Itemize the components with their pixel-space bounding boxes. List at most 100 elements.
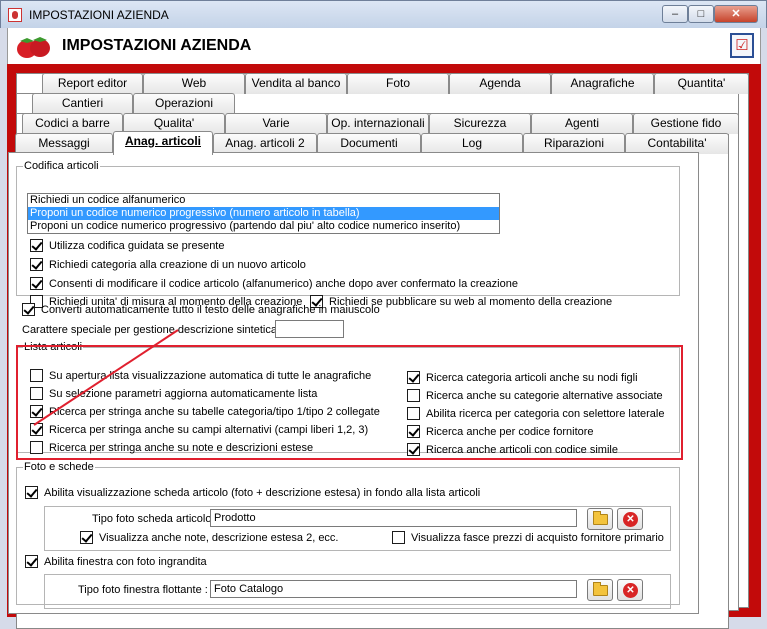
tab-quantita[interactable]: Quantita' [654,73,749,94]
checkbox-box[interactable] [407,425,420,438]
abilita-scheda-articolo-checkbox[interactable]: Abilita visualizzazione scheda articolo … [25,486,480,499]
tab-foto[interactable]: Foto [347,73,449,94]
ricerca-nodi-figli-checkbox[interactable]: Ricerca categoria articoli anche su nodi… [407,371,638,384]
carattere-speciale-input[interactable] [275,320,344,338]
folder-icon [593,582,608,596]
tab-messaggi[interactable]: Messaggi [15,133,113,154]
checkbox-box[interactable] [407,371,420,384]
ricerca-campi-alternativi-checkbox[interactable]: Ricerca per stringa anche su campi alter… [30,423,368,436]
delete-button[interactable]: ✕ [617,579,643,601]
checkbox-label: Consenti di modificare il codice articol… [49,277,518,290]
ricerca-note-descrizioni-checkbox[interactable]: Ricerca per stringa anche su note e desc… [30,441,313,454]
codifica-option-selected[interactable]: Proponi un codice numerico progressivo (… [28,207,499,220]
visualizza-fasce-prezzi-checkbox[interactable]: Visualizza fasce prezzi di acquisto forn… [392,531,664,544]
selettore-laterale-checkbox[interactable]: Abilita ricerca per categoria con selett… [407,407,664,420]
checklist-icon[interactable]: ☑ [730,33,754,58]
tab-varie[interactable]: Varie [225,113,327,134]
checkbox-box[interactable] [30,441,43,454]
checkbox-label: Abilita visualizzazione scheda articolo … [44,486,481,499]
checkbox-box[interactable] [30,239,43,252]
ricerca-codice-fornitore-checkbox[interactable]: Ricerca anche per codice fornitore [407,425,594,438]
carattere-speciale-label: Carattere speciale per gestione descrizi… [22,324,284,336]
checkbox-label: Abilita finestra con foto ingrandita [44,555,207,568]
foto-e-schede-legend: Foto e schede [24,461,94,473]
lista-articoli-legend: Lista articoli [24,341,83,353]
tab-contabilita[interactable]: Contabilita' [625,133,729,154]
checkbox-box[interactable] [407,407,420,420]
checkbox-box[interactable] [30,405,43,418]
checkbox-label: Richiedi categoria alla creazione di un … [49,258,306,271]
checkbox-box[interactable] [22,303,35,316]
checkbox-label: Su selezione parametri aggiorna automati… [49,387,318,400]
checkbox-label: Utilizza codifica guidata se presente [49,239,225,252]
checkbox-label: Visualizza fasce prezzi di acquisto forn… [411,531,664,544]
checkbox-box[interactable] [25,555,38,568]
tab-riparazioni[interactable]: Riparazioni [523,133,625,154]
tab-anag-articoli[interactable]: Anag. articoli [113,131,213,155]
tipo-foto-scheda-label: Tipo foto scheda articolo : [92,513,218,525]
folder-button[interactable] [587,579,613,601]
tab-sicurezza[interactable]: Sicurezza [429,113,531,134]
checkbox-label: Su apertura lista visualizzazione automa… [49,369,372,382]
tipo-foto-scheda-input[interactable]: Prodotto [210,509,577,527]
richiedi-categoria-checkbox[interactable]: Richiedi categoria alla creazione di un … [30,258,306,271]
consenti-modifica-codice-checkbox[interactable]: Consenti di modificare il codice articol… [30,277,518,290]
checkbox-box[interactable] [30,369,43,382]
ricerca-tabelle-collegate-checkbox[interactable]: Ricerca per stringa anche su tabelle cat… [30,405,380,418]
tab-anagrafiche[interactable]: Anagrafiche [551,73,654,94]
checkbox-box[interactable] [407,389,420,402]
codifica-option[interactable]: Proponi un codice numerico progressivo (… [28,220,499,233]
checkbox-box[interactable] [30,423,43,436]
page-title: IMPOSTAZIONI AZIENDA [62,37,252,54]
utilizza-codifica-guidata-checkbox[interactable]: Utilizza codifica guidata se presente [30,239,224,252]
tab-agenti[interactable]: Agenti [531,113,633,134]
checkbox-label: Abilita ricerca per categoria con selett… [426,407,665,420]
codifica-option[interactable]: Richiedi un codice alfanumerico [28,194,499,207]
tab-agenda[interactable]: Agenda [449,73,551,94]
tab-operazioni[interactable]: Operazioni [133,93,235,114]
checkbox-box[interactable] [25,486,38,499]
tab-report-editor[interactable]: Report editor [42,73,143,94]
apertura-lista-checkbox[interactable]: Su apertura lista visualizzazione automa… [30,369,371,382]
tab-cantieri[interactable]: Cantieri [32,93,133,114]
abilita-finestra-foto-checkbox[interactable]: Abilita finestra con foto ingrandita [25,555,207,568]
checkbox-box[interactable] [407,443,420,456]
foto-e-schede-group: Foto e schede Abilita visualizzazione sc… [16,461,680,609]
strawberry-icon [17,37,50,58]
tab-documenti[interactable]: Documenti [317,133,421,154]
close-button[interactable]: ✕ [714,5,758,23]
tab-anag-articoli-2[interactable]: Anag. articoli 2 [213,133,317,154]
folder-icon [593,511,608,525]
tab-gestione-fido[interactable]: Gestione fido [633,113,739,134]
checkbox-box[interactable] [30,387,43,400]
maximize-button[interactable]: □ [688,5,714,23]
header: IMPOSTAZIONI AZIENDA ☑ [7,28,761,64]
checkbox-box[interactable] [80,531,93,544]
tab-content-anag-articoli: Codifica articoli Richiedi un codice alf… [8,152,699,614]
checkbox-label: Converti automaticamente tutto il testo … [41,303,380,316]
app-icon [8,8,22,22]
checkbox-box[interactable] [392,531,405,544]
ricerca-codice-simile-checkbox[interactable]: Ricerca anche articoli con codice simile [407,443,618,456]
converti-maiuscolo-checkbox[interactable]: Converti automaticamente tutto il testo … [22,303,380,316]
tab-codici-a-barre[interactable]: Codici a barre [22,113,123,134]
folder-button[interactable] [587,508,613,530]
checkbox-label: Ricerca anche su categorie alternative a… [426,389,663,402]
tab-log[interactable]: Log [421,133,523,154]
checkbox-box[interactable] [30,258,43,271]
checkbox-label: Ricerca anche articoli con codice simile [426,443,618,456]
tab-op-internazionali[interactable]: Op. internazionali [327,113,429,134]
codifica-listbox[interactable]: Richiedi un codice alfanumerico Proponi … [27,193,500,234]
checkbox-label: Ricerca per stringa anche su campi alter… [49,423,369,436]
aggiorna-lista-checkbox[interactable]: Su selezione parametri aggiorna automati… [30,387,317,400]
tab-web[interactable]: Web [143,73,245,94]
visualizza-note-checkbox[interactable]: Visualizza anche note, descrizione estes… [80,531,339,544]
delete-button[interactable]: ✕ [617,508,643,530]
minimize-button[interactable]: – [662,5,688,23]
checkbox-label: Ricerca anche per codice fornitore [426,425,594,438]
tab-vendita-al-banco[interactable]: Vendita al banco [245,73,347,94]
checkbox-box[interactable] [30,277,43,290]
ricerca-categorie-alternative-checkbox[interactable]: Ricerca anche su categorie alternative a… [407,389,663,402]
tipo-foto-finestra-input[interactable]: Foto Catalogo [210,580,577,598]
checkbox-label: Ricerca per stringa anche su note e desc… [49,441,314,454]
